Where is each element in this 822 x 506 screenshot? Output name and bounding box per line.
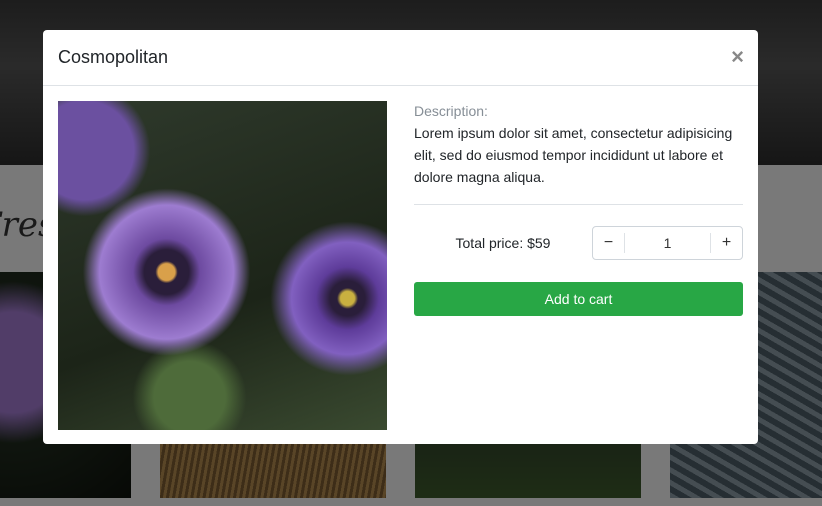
total-price: Total price: $59 xyxy=(455,235,551,251)
increment-button[interactable]: + xyxy=(711,234,742,252)
product-modal: Cosmopolitan × Description: Lorem ipsum … xyxy=(43,30,758,444)
modal-header: Cosmopolitan × xyxy=(43,30,758,86)
quantity-input[interactable]: 1 xyxy=(624,233,711,253)
product-image xyxy=(58,101,387,430)
description-label: Description: xyxy=(414,103,488,119)
add-to-cart-button[interactable]: Add to cart xyxy=(414,282,743,316)
decrement-button[interactable]: − xyxy=(593,234,624,252)
description-text: Lorem ipsum dolor sit amet, consectetur … xyxy=(414,125,733,185)
modal-title: Cosmopolitan xyxy=(58,47,169,67)
close-icon[interactable]: × xyxy=(731,44,744,70)
quantity-stepper: − 1 + xyxy=(592,226,743,260)
divider xyxy=(414,204,743,205)
product-details: Description: Lorem ipsum dolor sit amet,… xyxy=(414,101,743,316)
